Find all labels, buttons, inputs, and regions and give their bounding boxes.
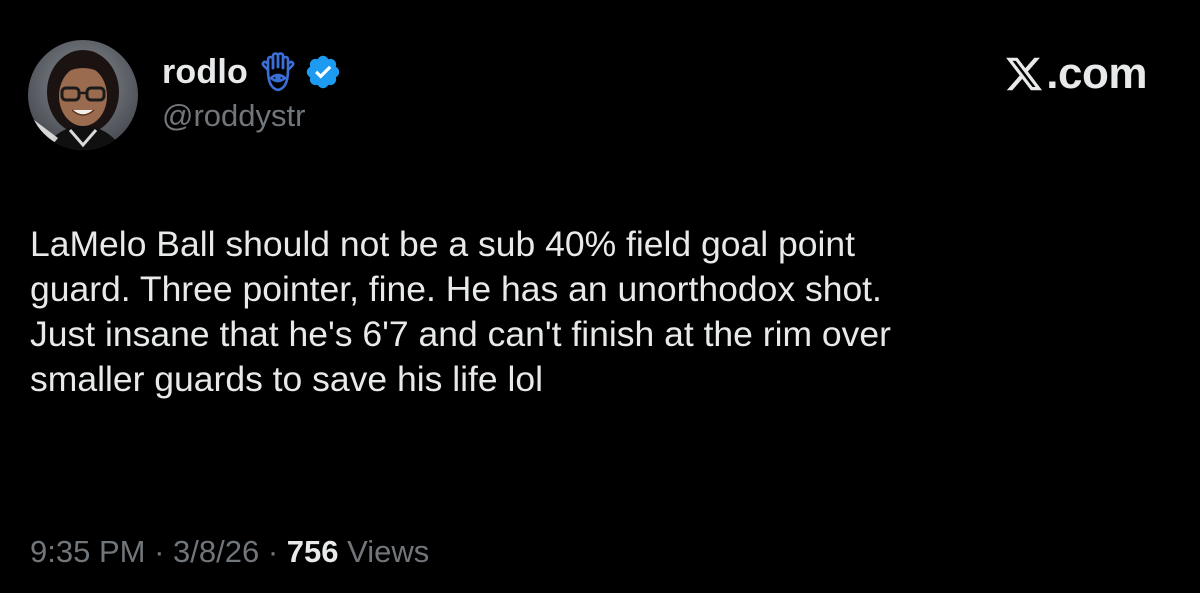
brand-text: .com	[1046, 49, 1147, 98]
tweet-text-line: guard. Three pointer, fine. He has an un…	[30, 269, 882, 309]
tweet-card: rodlo @roddystr .com LaMelo Ball should …	[0, 0, 1200, 593]
tweet-time[interactable]: 9:35 PM	[30, 534, 145, 569]
tweet-date[interactable]: 3/8/26	[173, 534, 259, 569]
tweet-text: LaMelo Ball should not be a sub 40% fiel…	[30, 222, 1170, 402]
tweet-meta: 9:35 PM · 3/8/26 · 756 Views	[30, 534, 429, 570]
avatar-photo	[28, 40, 138, 150]
author-name-row: rodlo	[162, 50, 342, 94]
views-label: Views	[338, 534, 430, 569]
tweet-text-line: smaller guards to save his life lol	[30, 359, 543, 399]
hamsa-icon	[260, 52, 296, 92]
brand-watermark: .com	[1004, 49, 1147, 98]
tweet-text-line: Just insane that he's 6'7 and can't fini…	[30, 314, 891, 354]
verified-badge-icon[interactable]	[304, 53, 342, 91]
x-logo-icon	[1004, 54, 1044, 94]
views-count[interactable]: 756	[287, 534, 339, 569]
author-handle[interactable]: @roddystr	[162, 98, 305, 134]
avatar[interactable]	[28, 40, 138, 150]
meta-separator: ·	[259, 534, 287, 569]
meta-separator: ·	[145, 534, 174, 569]
tweet-text-line: LaMelo Ball should not be a sub 40% fiel…	[30, 224, 855, 264]
display-name[interactable]: rodlo	[162, 53, 248, 92]
